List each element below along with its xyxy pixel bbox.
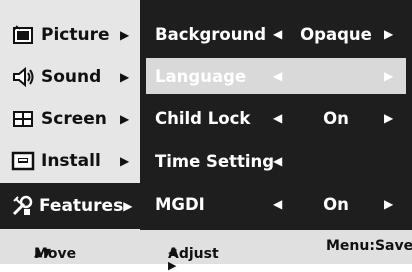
arrow-left-icon[interactable]: ◀: [273, 154, 282, 168]
hint-adjust-label: Adjust: [168, 246, 219, 262]
setting-row-background[interactable]: Background ◀ Opaque ▶: [146, 16, 406, 52]
features-icon: [10, 193, 34, 219]
setting-row-mgdi[interactable]: MGDI ◀ On ▶: [146, 186, 406, 222]
setting-label: Child Lock: [155, 108, 251, 128]
chevron-right-icon: ▶: [120, 112, 130, 126]
setting-row-time-setting[interactable]: Time Setting ◀: [146, 143, 406, 179]
arrow-left-icon[interactable]: ◀: [273, 111, 282, 125]
install-icon: [10, 148, 36, 174]
setting-label: Background: [155, 24, 267, 44]
hint-move-label: Move: [34, 246, 77, 262]
setting-label: Time Setting: [155, 151, 275, 171]
sidebar-item-features[interactable]: Features ▶: [0, 183, 140, 229]
sidebar-item-label: Screen: [41, 109, 107, 129]
arrow-left-icon[interactable]: ◀: [273, 27, 282, 41]
features-panel: Background ◀ Opaque ▶ Language ◀ ▶ Child…: [140, 0, 412, 230]
setting-value: Opaque: [300, 24, 372, 44]
setting-label: MGDI: [155, 194, 205, 214]
screen-icon: [10, 106, 36, 132]
setting-row-language[interactable]: Language ◀ ▶: [146, 58, 406, 94]
hint-save: Menu:Save: [326, 238, 412, 254]
osd-menu: Picture ▶ Sound ▶ Screen ▶ Install ▶ Fea…: [0, 0, 412, 230]
chevron-right-icon: ▶: [120, 28, 130, 42]
setting-label: Language: [155, 66, 247, 86]
setting-value: On: [323, 194, 349, 214]
arrow-left-icon[interactable]: ◀: [273, 69, 282, 83]
sidebar-item-label: Picture: [41, 25, 110, 45]
chevron-right-icon: ▶: [123, 199, 133, 213]
sidebar-item-label: Install: [41, 151, 101, 171]
arrow-right-icon[interactable]: ▶: [384, 111, 393, 125]
sidebar-item-sound[interactable]: Sound ▶: [0, 56, 140, 98]
sidebar-item-label: Sound: [41, 67, 102, 87]
chevron-right-icon: ▶: [120, 70, 130, 84]
sidebar-item-install[interactable]: Install ▶: [0, 140, 140, 182]
sidebar-item-picture[interactable]: Picture ▶: [0, 14, 140, 56]
help-bar: ▲▼ Move ◀ ▶ Adjust Menu:Save: [0, 230, 412, 272]
arrow-left-icon[interactable]: ◀: [273, 197, 282, 211]
setting-value: On: [323, 108, 349, 128]
arrow-right-icon[interactable]: ▶: [384, 197, 393, 211]
setting-row-child-lock[interactable]: Child Lock ◀ On ▶: [146, 100, 406, 136]
arrow-right-icon[interactable]: ▶: [384, 27, 393, 41]
sidebar: Picture ▶ Sound ▶ Screen ▶ Install ▶ Fea…: [0, 0, 140, 230]
sidebar-item-screen[interactable]: Screen ▶: [0, 98, 140, 140]
arrow-right-icon[interactable]: ▶: [384, 69, 393, 83]
chevron-right-icon: ▶: [120, 154, 130, 168]
picture-icon: [10, 22, 36, 48]
sidebar-item-label: Features: [39, 196, 124, 216]
sound-icon: [10, 64, 36, 90]
